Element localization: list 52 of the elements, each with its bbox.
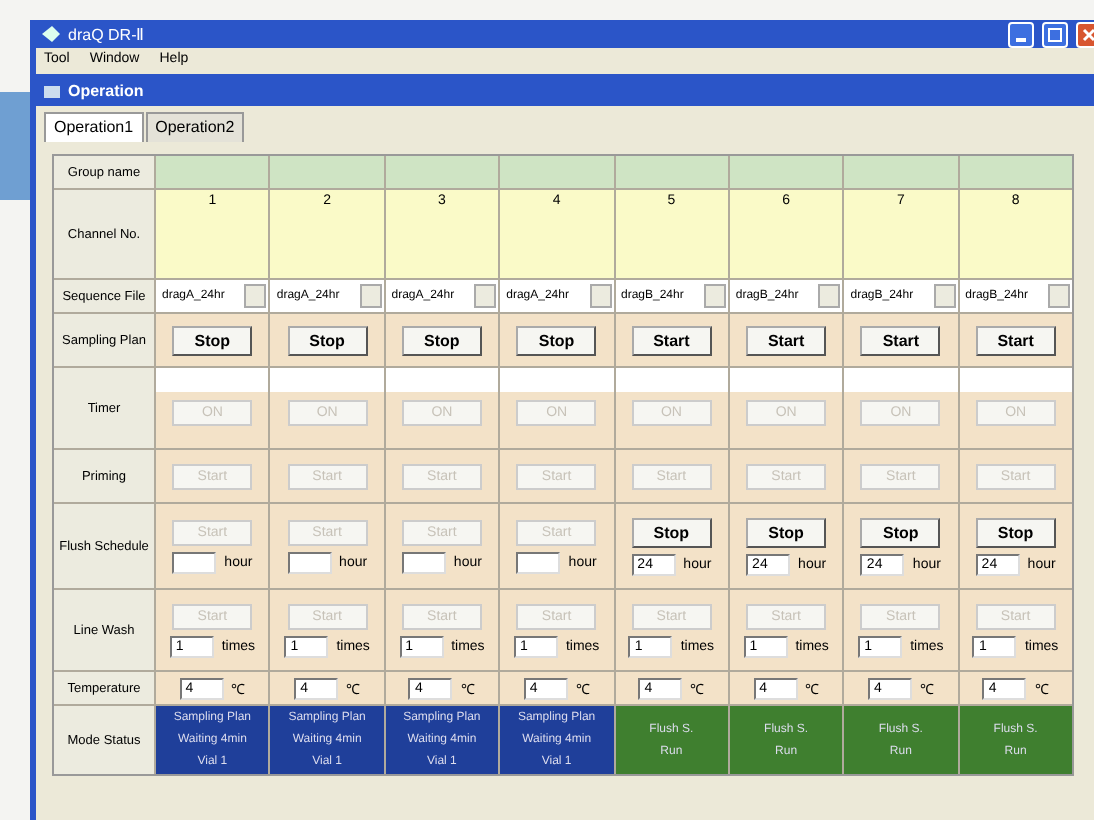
- tab[interactable]: Operation1: [44, 112, 144, 142]
- sampling-button[interactable]: Start: [975, 325, 1056, 355]
- flush-button[interactable]: Stop: [975, 517, 1056, 547]
- browse-button[interactable]: [474, 284, 497, 308]
- sampling-button[interactable]: Stop: [401, 325, 482, 355]
- hours-field[interactable]: [172, 551, 217, 573]
- browse-button[interactable]: [818, 284, 841, 308]
- minimize-button[interactable]: [1008, 21, 1034, 48]
- sampling-button[interactable]: Stop: [172, 325, 253, 355]
- side-panel: [0, 92, 30, 200]
- timer-field[interactable]: [959, 368, 1072, 392]
- flush-button[interactable]: Stop: [860, 517, 941, 547]
- close-button[interactable]: [1076, 21, 1094, 48]
- maximize-icon: [1048, 27, 1062, 42]
- maximize-button[interactable]: [1042, 21, 1068, 48]
- sampling-button[interactable]: Stop: [516, 325, 597, 355]
- timer-field[interactable]: [156, 368, 269, 392]
- browse-button[interactable]: [359, 284, 382, 308]
- browse-button[interactable]: [933, 284, 956, 308]
- timer-field[interactable]: [270, 368, 384, 392]
- close-icon: [1082, 27, 1094, 42]
- hours-field[interactable]: [287, 551, 332, 573]
- sampling-button[interactable]: Start: [631, 325, 712, 355]
- window-title: draQ DR-Ⅱ: [68, 25, 145, 44]
- tab[interactable]: Operation2: [145, 112, 245, 142]
- flush-button[interactable]: Stop: [746, 517, 827, 547]
- browse-button[interactable]: [244, 284, 267, 308]
- sampling-button[interactable]: Start: [860, 325, 941, 355]
- hours-field[interactable]: [516, 551, 561, 573]
- group-name-cell: [959, 156, 1072, 188]
- child-window-title: Operation: [68, 81, 144, 99]
- app-icon: [42, 26, 60, 43]
- browse-button[interactable]: [1048, 284, 1070, 308]
- group-name-cell: [500, 156, 613, 188]
- timer-field[interactable]: [385, 368, 499, 392]
- timer-field[interactable]: [729, 368, 843, 392]
- sampling-button[interactable]: Start: [746, 325, 827, 355]
- group-name-cell: [729, 156, 843, 188]
- window-icon: [44, 83, 60, 97]
- timer-field[interactable]: [615, 368, 728, 392]
- flush-button[interactable]: Stop: [631, 517, 712, 547]
- browse-button[interactable]: [589, 284, 611, 308]
- group-name-cell: [156, 156, 269, 188]
- sampling-button[interactable]: Stop: [287, 325, 368, 355]
- group-name-cell: [385, 156, 499, 188]
- group-name-cell: [844, 156, 958, 188]
- group-name-cell: [270, 156, 384, 188]
- timer-field[interactable]: [844, 368, 958, 392]
- group-name-cell: [615, 156, 728, 188]
- hours-field[interactable]: [401, 551, 446, 573]
- browse-button[interactable]: [703, 284, 726, 308]
- timer-field[interactable]: [500, 368, 613, 392]
